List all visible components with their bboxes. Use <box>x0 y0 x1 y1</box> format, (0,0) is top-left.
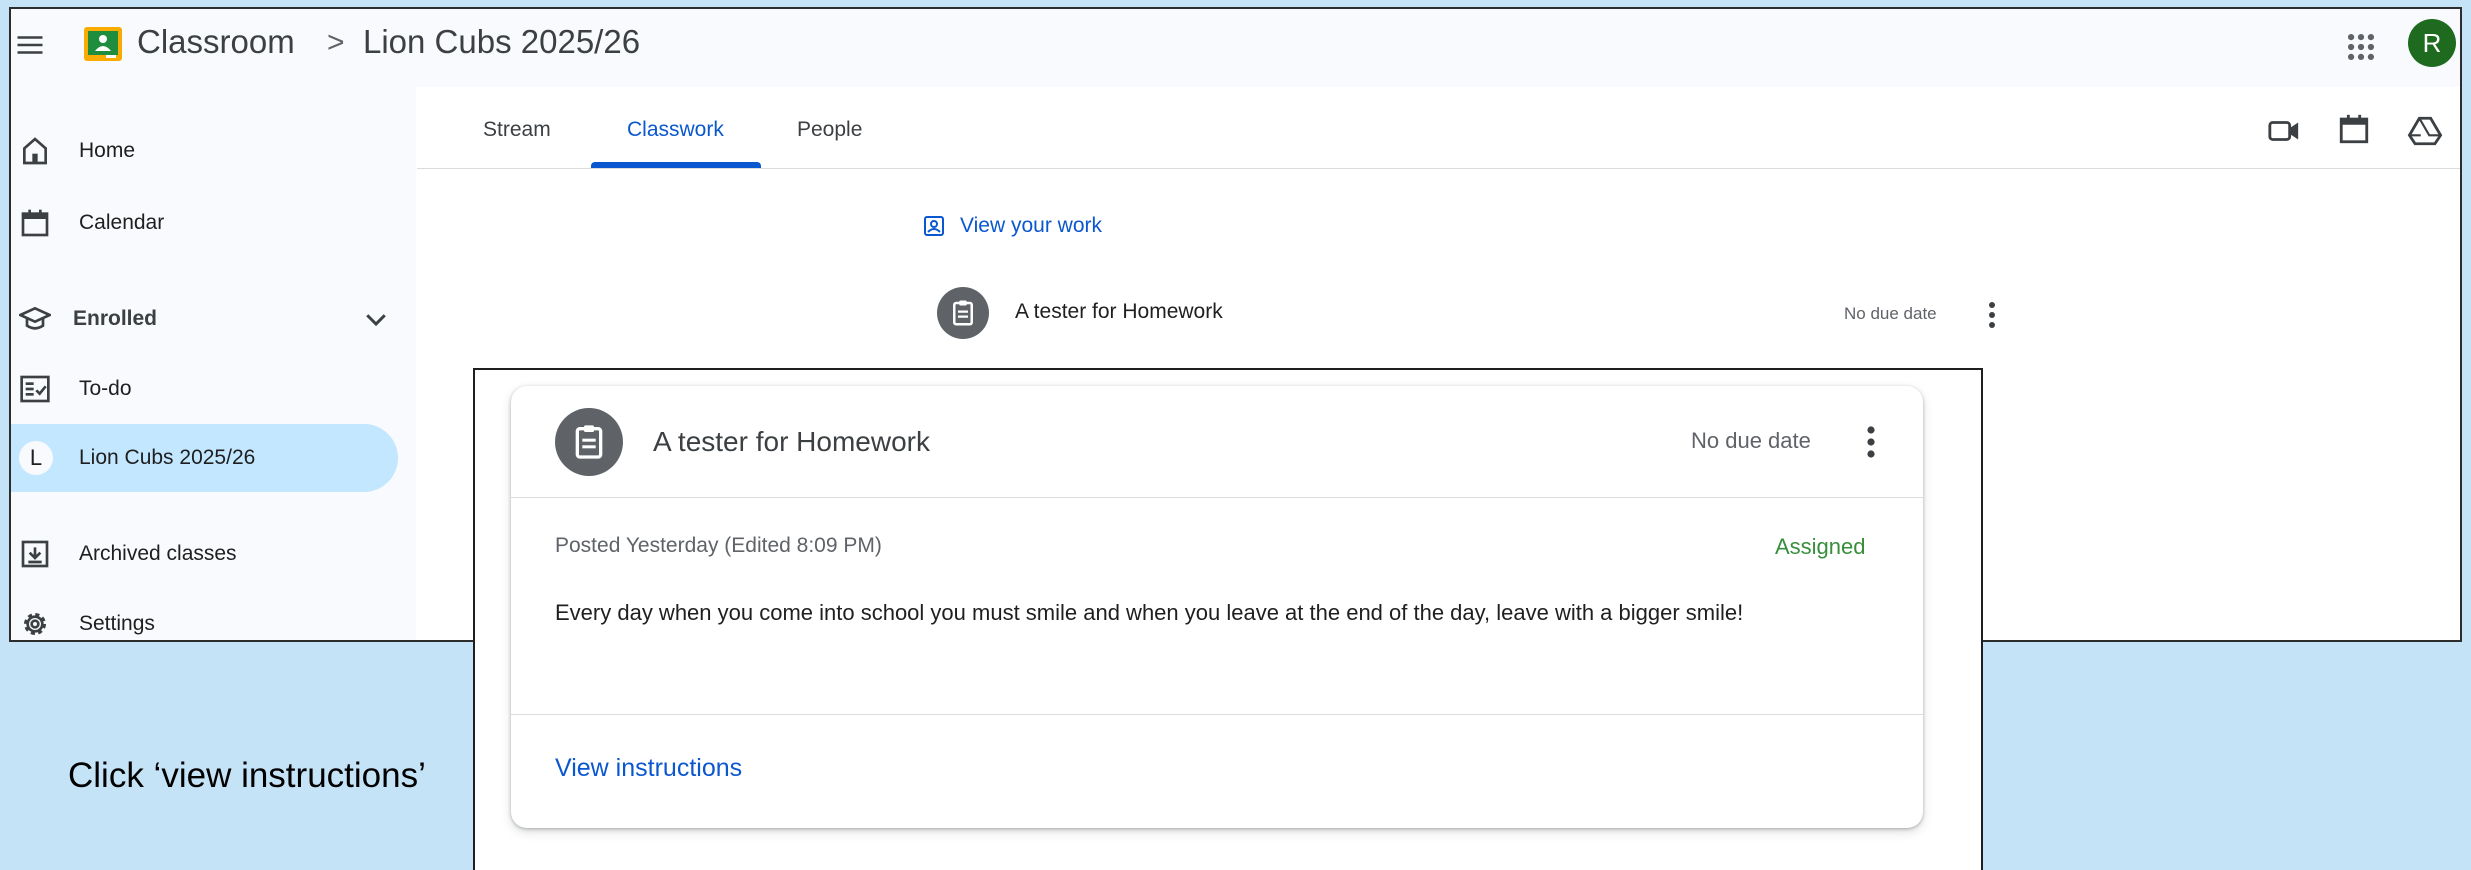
zoom-overlay: A tester for Homework No due date Posted… <box>473 368 1983 870</box>
view-instructions-link[interactable]: View instructions <box>555 754 742 783</box>
instruction-caption: Click ‘view instructions’ <box>68 756 426 795</box>
tab-classwork[interactable]: Classwork <box>627 118 724 142</box>
assignment-description: Every day when you come into school you … <box>555 600 1744 625</box>
todo-icon <box>20 375 50 403</box>
assignment-due-date: No due date <box>1844 304 1937 323</box>
sidebar-item-todo[interactable]: To-do <box>11 355 401 423</box>
archive-icon <box>21 540 49 568</box>
app-title[interactable]: Classroom <box>137 23 295 61</box>
meet-video-icon[interactable] <box>2267 114 2301 148</box>
calendar-icon[interactable] <box>2337 112 2371 146</box>
assignment-row[interactable]: A tester for Homework No due date <box>937 284 2017 344</box>
more-vert-icon[interactable] <box>1987 300 1997 330</box>
status-badge: Assigned <box>1775 534 1866 559</box>
sidebar-item-label: Enrolled <box>73 307 158 330</box>
home-icon <box>23 137 47 165</box>
graduation-cap-icon <box>19 306 51 330</box>
sidebar-item-label: Archived classes <box>79 542 237 565</box>
assignment-card-due-date: No due date <box>1691 428 1811 453</box>
tab-stream[interactable]: Stream <box>483 118 551 142</box>
tab-people[interactable]: People <box>797 118 862 142</box>
class-letter-avatar: L <box>19 441 53 475</box>
sidebar-item-label: Calendar <box>79 211 165 234</box>
breadcrumb-separator: > <box>327 26 345 59</box>
more-vert-icon[interactable] <box>1865 422 1877 462</box>
apps-grid-icon[interactable] <box>2344 30 2378 64</box>
sidebar-item-label: To-do <box>79 377 132 400</box>
drive-icon[interactable] <box>2407 114 2443 148</box>
sidebar: Home Calendar Enrolled To-do L Lion Cubs… <box>11 87 416 640</box>
calendar-icon <box>21 209 49 237</box>
posted-timestamp: Posted Yesterday (Edited 8:09 PM) <box>555 534 882 557</box>
assignment-card-header[interactable]: A tester for Homework No due date <box>511 386 1923 498</box>
gear-icon <box>24 613 46 635</box>
assignment-title: A tester for Homework <box>1015 300 1223 323</box>
active-tab-indicator <box>591 162 761 168</box>
sidebar-item-archived[interactable]: Archived classes <box>11 520 401 588</box>
sidebar-item-label: Settings <box>79 612 155 635</box>
assignment-icon <box>937 287 989 339</box>
classroom-logo[interactable] <box>84 27 122 61</box>
card-divider <box>511 714 1923 715</box>
menu-icon[interactable] <box>15 30 45 60</box>
sidebar-item-calendar[interactable]: Calendar <box>11 189 401 257</box>
sidebar-item-settings[interactable]: Settings <box>11 590 401 640</box>
tab-bar: Stream Classwork People <box>417 94 2460 169</box>
sidebar-item-label: Home <box>79 139 136 162</box>
sidebar-item-enrolled[interactable]: Enrolled <box>11 285 401 353</box>
assignment-icon <box>555 408 623 476</box>
sidebar-item-lion-cubs[interactable]: L Lion Cubs 2025/26 <box>11 424 398 492</box>
sidebar-item-label: Lion Cubs 2025/26 <box>79 446 256 469</box>
top-bar: Classroom > Lion Cubs 2025/26 R <box>11 9 2460 87</box>
assignment-card-title: A tester for Homework <box>653 426 930 457</box>
sidebar-item-home[interactable]: Home <box>11 117 401 185</box>
assignment-person-icon <box>924 216 944 236</box>
view-your-work-label: View your work <box>960 214 1102 237</box>
chevron-down-icon[interactable] <box>361 304 391 334</box>
assignment-card: A tester for Homework No due date Posted… <box>511 386 1923 828</box>
class-title[interactable]: Lion Cubs 2025/26 <box>363 23 640 61</box>
avatar[interactable]: R <box>2408 19 2456 67</box>
view-your-work-link[interactable]: View your work <box>922 214 1102 238</box>
